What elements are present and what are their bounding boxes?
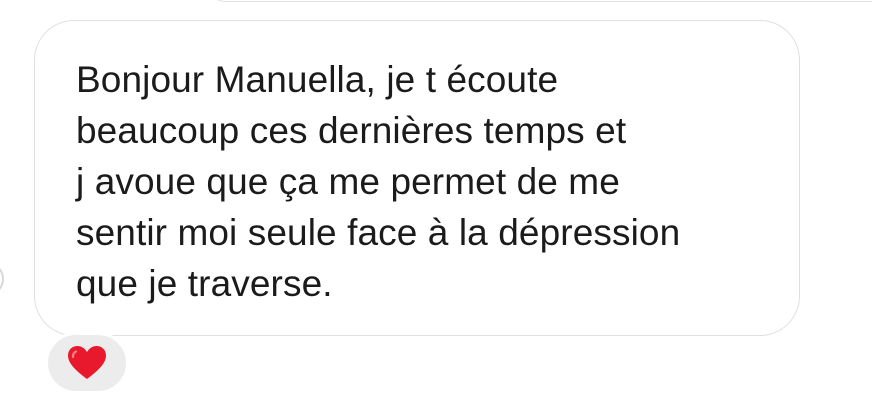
reaction-badge[interactable]	[45, 332, 129, 394]
previous-message-bubble[interactable]	[205, 0, 872, 2]
sender-avatar[interactable]	[0, 262, 4, 296]
message-line: sentir moi seule face à la dépression	[76, 212, 681, 253]
message-text: Bonjour Manuella, je t écoute beaucoup c…	[76, 54, 776, 309]
message-line: beaucoup ces dernières temps et	[76, 110, 627, 151]
message-line: Bonjour Manuella, je t écoute	[76, 59, 559, 100]
message-line: que je traverse.	[76, 263, 333, 304]
message-line: j avoue que ça me permet de me	[76, 161, 620, 202]
chat-screen: Bonjour Manuella, je t écoute beaucoup c…	[0, 0, 872, 410]
heart-icon	[67, 345, 107, 381]
